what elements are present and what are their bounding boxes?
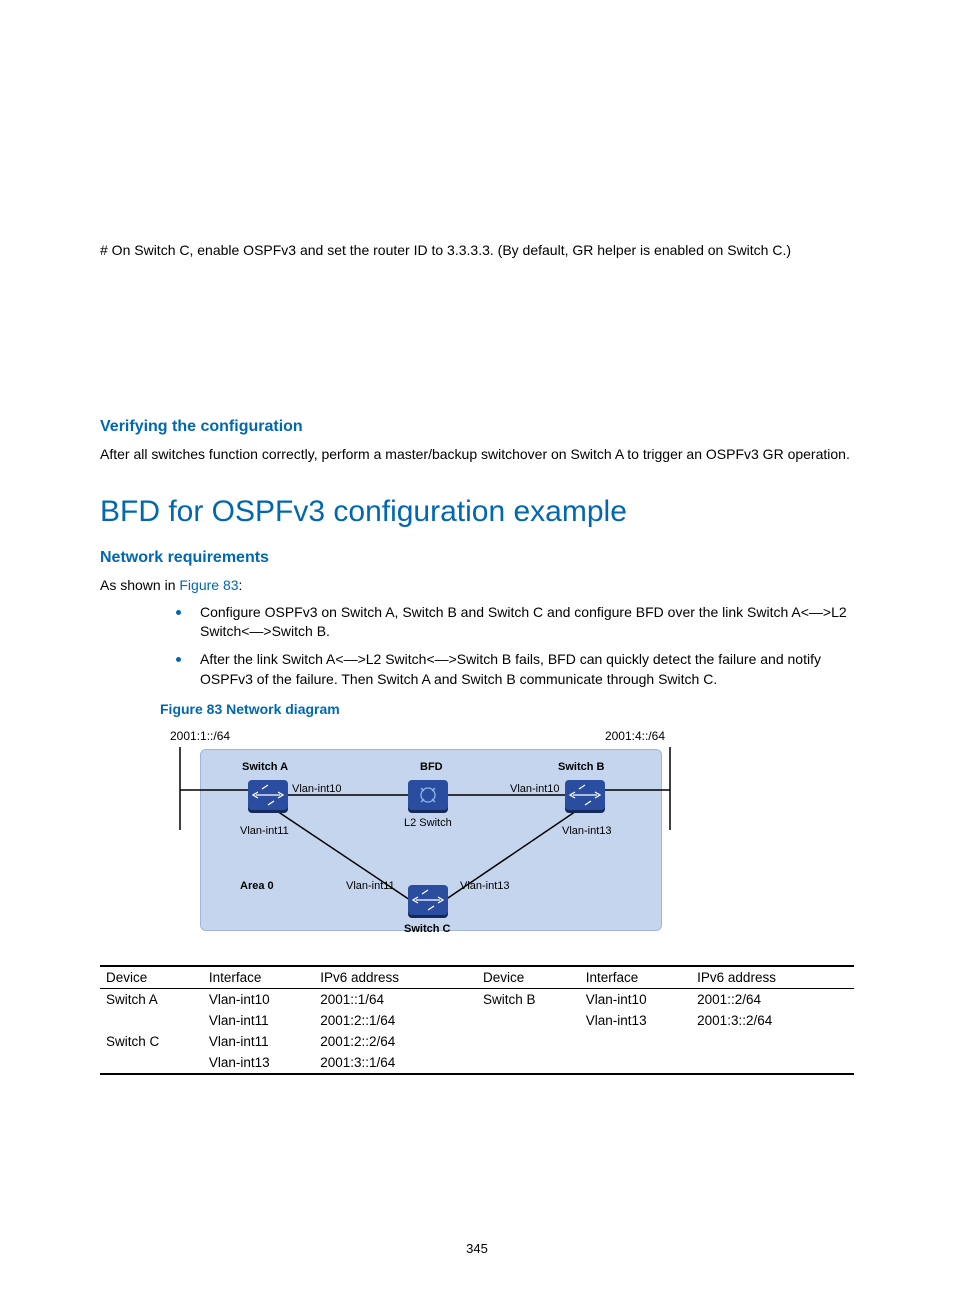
l2-switch-label: L2 Switch — [404, 817, 452, 829]
cell: 2001:3::2/64 — [691, 1010, 854, 1031]
cell — [477, 1052, 580, 1074]
cell — [691, 1052, 854, 1074]
switch-c-label: Switch C — [404, 923, 450, 935]
netreq-intro: As shown in Figure 83: — [100, 575, 854, 595]
col-header: Interface — [580, 966, 691, 989]
vlan10-b-label: Vlan-int10 — [510, 783, 560, 795]
col-header: IPv6 address — [314, 966, 477, 989]
table-header-row: Device Interface IPv6 address Device Int… — [100, 966, 854, 989]
bullet-item: After the link Switch A<—>L2 Switch<—>Sw… — [172, 650, 854, 689]
document-page: # On Switch C, enable OSPFv3 and set the… — [0, 0, 954, 1296]
netreq-heading: Network requirements — [100, 549, 854, 567]
cell — [100, 1052, 203, 1074]
col-header: Interface — [203, 966, 314, 989]
vlan13-c-label: Vlan-int13 — [460, 880, 510, 892]
figure-caption: Figure 83 Network diagram — [160, 701, 854, 717]
cell — [477, 1031, 580, 1052]
cell — [691, 1031, 854, 1052]
cell: 2001::2/64 — [691, 989, 854, 1011]
cell — [580, 1052, 691, 1074]
cell: Switch B — [477, 989, 580, 1011]
table-row: Vlan-int11 2001:2::1/64 Vlan-int13 2001:… — [100, 1010, 854, 1031]
switch-a-icon — [248, 780, 288, 810]
cell: Vlan-int13 — [580, 1010, 691, 1031]
cell: Vlan-int10 — [580, 989, 691, 1011]
netreq-bullets: Configure OSPFv3 on Switch A, Switch B a… — [172, 603, 854, 689]
vlan13-b-label: Vlan-int13 — [562, 825, 612, 837]
l2-switch-icon — [408, 780, 448, 810]
bfd-heading: BFD for OSPFv3 configuration example — [100, 495, 854, 529]
interface-table: Device Interface IPv6 address Device Int… — [100, 965, 854, 1075]
cell: 2001::1/64 — [314, 989, 477, 1011]
switch-a-label: Switch A — [242, 761, 288, 773]
netreq-intro-prefix: As shown in — [100, 577, 179, 593]
switch-b-label: Switch B — [558, 761, 604, 773]
cell: Switch C — [100, 1031, 203, 1052]
netreq-intro-suffix: : — [239, 577, 243, 593]
table-row: Vlan-int13 2001:3::1/64 — [100, 1052, 854, 1074]
col-header: IPv6 address — [691, 966, 854, 989]
cell: Vlan-int11 — [203, 1010, 314, 1031]
switch-b-icon — [565, 780, 605, 810]
cell — [100, 1010, 203, 1031]
bullet-item: Configure OSPFv3 on Switch A, Switch B a… — [172, 603, 854, 642]
area0-label: Area 0 — [240, 880, 274, 892]
cell: Vlan-int11 — [203, 1031, 314, 1052]
vlan11-a-label: Vlan-int11 — [240, 825, 289, 837]
cell: 2001:2::1/64 — [314, 1010, 477, 1031]
vlan10-a-label: Vlan-int10 — [292, 783, 342, 795]
figure-link[interactable]: Figure 83 — [179, 577, 238, 593]
table-row: Switch C Vlan-int11 2001:2::2/64 — [100, 1031, 854, 1052]
col-header: Device — [477, 966, 580, 989]
cell — [477, 1010, 580, 1031]
col-header: Device — [100, 966, 203, 989]
table-row: Switch A Vlan-int10 2001::1/64 Switch B … — [100, 989, 854, 1011]
network-diagram: 2001:1::/64 2001:4::/64 Switch A BFD Swi… — [160, 725, 690, 945]
verifying-heading: Verifying the configuration — [100, 418, 854, 436]
bfd-label: BFD — [420, 761, 443, 773]
cell: 2001:3::1/64 — [314, 1052, 477, 1074]
cell — [580, 1031, 691, 1052]
verifying-paragraph: After all switches function correctly, p… — [100, 444, 854, 464]
vlan11-c-label: Vlan-int11 — [346, 880, 395, 892]
page-number: 345 — [0, 1241, 954, 1256]
cell: Switch A — [100, 989, 203, 1011]
cell: Vlan-int10 — [203, 989, 314, 1011]
switch-c-icon — [408, 885, 448, 915]
intro-paragraph: # On Switch C, enable OSPFv3 and set the… — [100, 240, 854, 260]
cell: 2001:2::2/64 — [314, 1031, 477, 1052]
cell: Vlan-int13 — [203, 1052, 314, 1074]
